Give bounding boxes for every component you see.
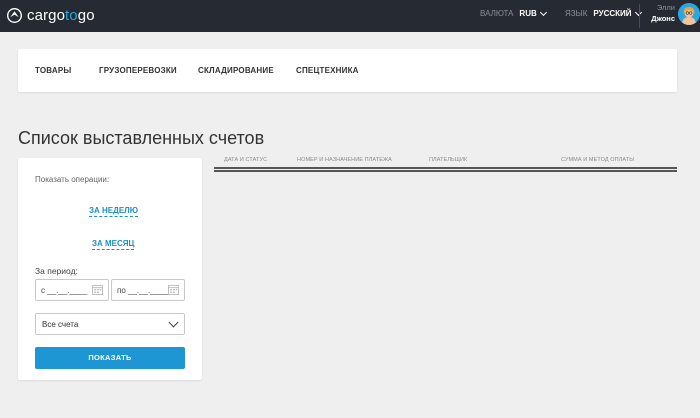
chevron-down-icon — [539, 8, 547, 16]
nav-item-freight[interactable]: ГРУЗОПЕРЕВОЗКИ — [99, 66, 177, 75]
page-title: Список выставленных счетов — [18, 128, 265, 148]
date-from-field[interactable]: с __.__.____ — [35, 279, 109, 301]
logo[interactable]: cargotogo — [6, 5, 95, 25]
user-menu[interactable]: Элли Джонс — [644, 3, 675, 24]
user-first-name: Элли — [656, 3, 675, 12]
category-nav: ТОВАРЫ ГРУЗОПЕРЕВОЗКИ СКЛАДИРОВАНИЕ СПЕЦ… — [18, 49, 677, 92]
nav-item-special-equipment[interactable]: СПЕЦТЕХНИКА — [296, 66, 359, 75]
currency-value: RUB — [519, 9, 537, 18]
calendar-icon[interactable] — [92, 284, 103, 295]
week-link[interactable]: ЗА НЕДЕЛЮ — [89, 206, 139, 217]
month-link[interactable]: ЗА МЕСЯЦ — [92, 239, 135, 250]
column-header-payment-number[interactable]: НОМЕР И НАЗНАЧЕНИЕ ПЛАТЕЖА — [297, 157, 392, 163]
language-selector[interactable]: ЯЗЫК РУССКИЙ — [565, 8, 642, 18]
currency-label: ВАЛЮТА — [480, 9, 514, 18]
account-select-value: Все счета — [42, 320, 79, 329]
top-bar: cargotogo ВАЛЮТА RUB ЯЗЫК РУССКИЙ Элли Д… — [0, 0, 700, 32]
operations-label: Показать операции: — [35, 175, 110, 184]
table-header-divider — [214, 170, 677, 172]
period-label: За период: — [35, 266, 78, 276]
chevron-down-icon — [168, 317, 179, 328]
currency-selector[interactable]: ВАЛЮТА RUB — [480, 8, 547, 18]
header-divider — [639, 4, 640, 28]
avatar-image — [678, 3, 700, 25]
avatar[interactable] — [678, 3, 700, 25]
language-value: РУССКИЙ — [593, 9, 632, 18]
date-to-field[interactable]: по __.__.____ — [111, 279, 185, 301]
logo-icon — [7, 7, 22, 23]
user-last-name: Джонс — [651, 14, 675, 23]
column-header-payer[interactable]: ПЛАТЕЛЬЩИК — [429, 157, 467, 163]
show-button[interactable]: ПОКАЗАТЬ — [35, 347, 185, 369]
account-select[interactable]: Все счета — [35, 313, 185, 335]
nav-item-goods[interactable]: ТОВАРЫ — [35, 66, 71, 75]
logo-text: cargotogo — [27, 6, 95, 24]
language-label: ЯЗЫК — [565, 9, 588, 18]
table-header-divider — [214, 167, 677, 169]
calendar-icon[interactable] — [168, 284, 179, 295]
filter-panel: Показать операции: ЗА НЕДЕЛЮ ЗА МЕСЯЦ За… — [18, 158, 202, 380]
date-to-text: по __.__.____ — [117, 286, 169, 295]
nav-item-warehousing[interactable]: СКЛАДИРОВАНИЕ — [198, 66, 274, 75]
date-from-text: с __.__.____ — [41, 286, 88, 295]
column-header-amount-method[interactable]: СУММА И МЕТОД ОПЛАТЫ — [561, 157, 634, 163]
column-header-date-status[interactable]: ДАТА И СТАТУС — [224, 157, 267, 163]
